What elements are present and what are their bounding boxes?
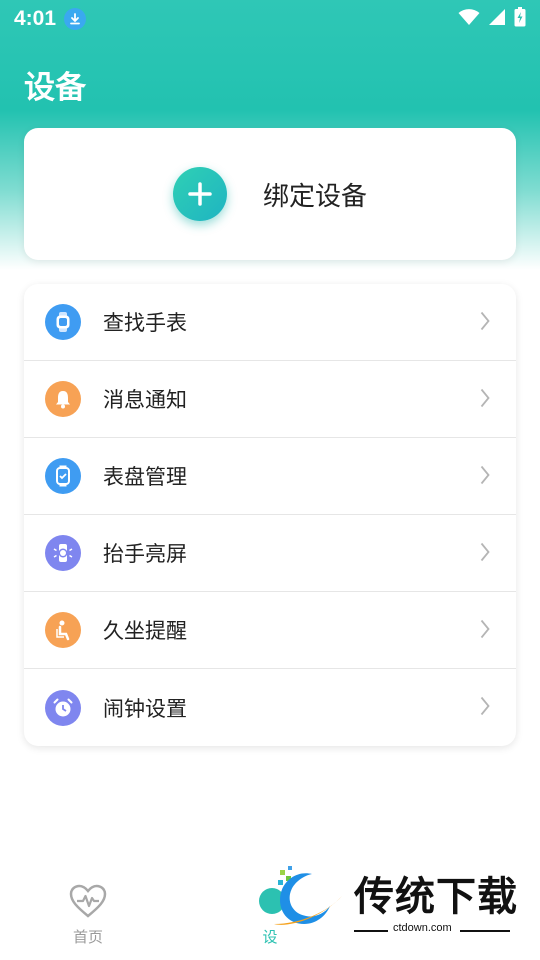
status-bar: 4:01: [0, 0, 540, 38]
menu-item-label: 消息通知: [103, 388, 187, 412]
bind-device-label: 绑定设备: [262, 181, 367, 212]
bind-device-button[interactable]: 绑定设备: [24, 128, 516, 260]
chevron-right-icon: [480, 696, 490, 720]
watch-face-icon: [45, 458, 81, 494]
menu-item-label: 久坐提醒: [103, 619, 187, 643]
watermark: 传统下载 ctdown.com: [268, 860, 518, 940]
nav-tab-home[interactable]: 首页: [58, 884, 118, 947]
wifi-icon: [458, 8, 480, 30]
menu-item-alarm-settings[interactable]: 闹钟设置: [24, 669, 516, 746]
watermark-line-left: [354, 930, 388, 932]
status-time: 4:01: [14, 7, 57, 30]
menu-item-find-watch[interactable]: 查找手表: [24, 284, 516, 361]
menu-item-raise-to-wake[interactable]: 抬手亮屏: [24, 515, 516, 592]
device-settings-list: 查找手表 消息通知 表盘管理 抬手亮屏 久坐提醒 闹钟设置: [24, 284, 516, 746]
raise-wrist-icon: [45, 535, 81, 571]
heart-pulse-icon: [69, 884, 107, 922]
bell-icon: [45, 381, 81, 417]
menu-item-sedentary-reminder[interactable]: 久坐提醒: [24, 592, 516, 669]
sedentary-icon: [45, 612, 81, 648]
chevron-right-icon: [480, 619, 490, 643]
menu-item-label: 表盘管理: [103, 465, 187, 489]
download-icon: [64, 8, 87, 30]
watermark-line-right: [460, 930, 510, 932]
menu-item-notifications[interactable]: 消息通知: [24, 361, 516, 438]
chevron-right-icon: [480, 311, 490, 335]
menu-item-watch-face[interactable]: 表盘管理: [24, 438, 516, 515]
chevron-right-icon: [480, 465, 490, 489]
plus-icon: [172, 167, 227, 221]
menu-item-label: 查找手表: [103, 311, 187, 335]
signal-icon: [488, 8, 506, 30]
watch-icon: [45, 304, 81, 340]
menu-item-label: 闹钟设置: [103, 696, 187, 721]
chevron-right-icon: [480, 542, 490, 566]
watermark-url: ctdown.com: [393, 922, 452, 934]
alarm-clock-icon: [45, 689, 81, 726]
watermark-logo-icon: [268, 864, 346, 940]
menu-item-label: 抬手亮屏: [103, 542, 187, 566]
page-title: 设备: [24, 70, 86, 106]
chevron-right-icon: [480, 388, 490, 412]
nav-home-label: 首页: [72, 928, 103, 946]
watermark-brand: 传统下载: [354, 874, 518, 920]
battery-icon: [514, 7, 526, 31]
